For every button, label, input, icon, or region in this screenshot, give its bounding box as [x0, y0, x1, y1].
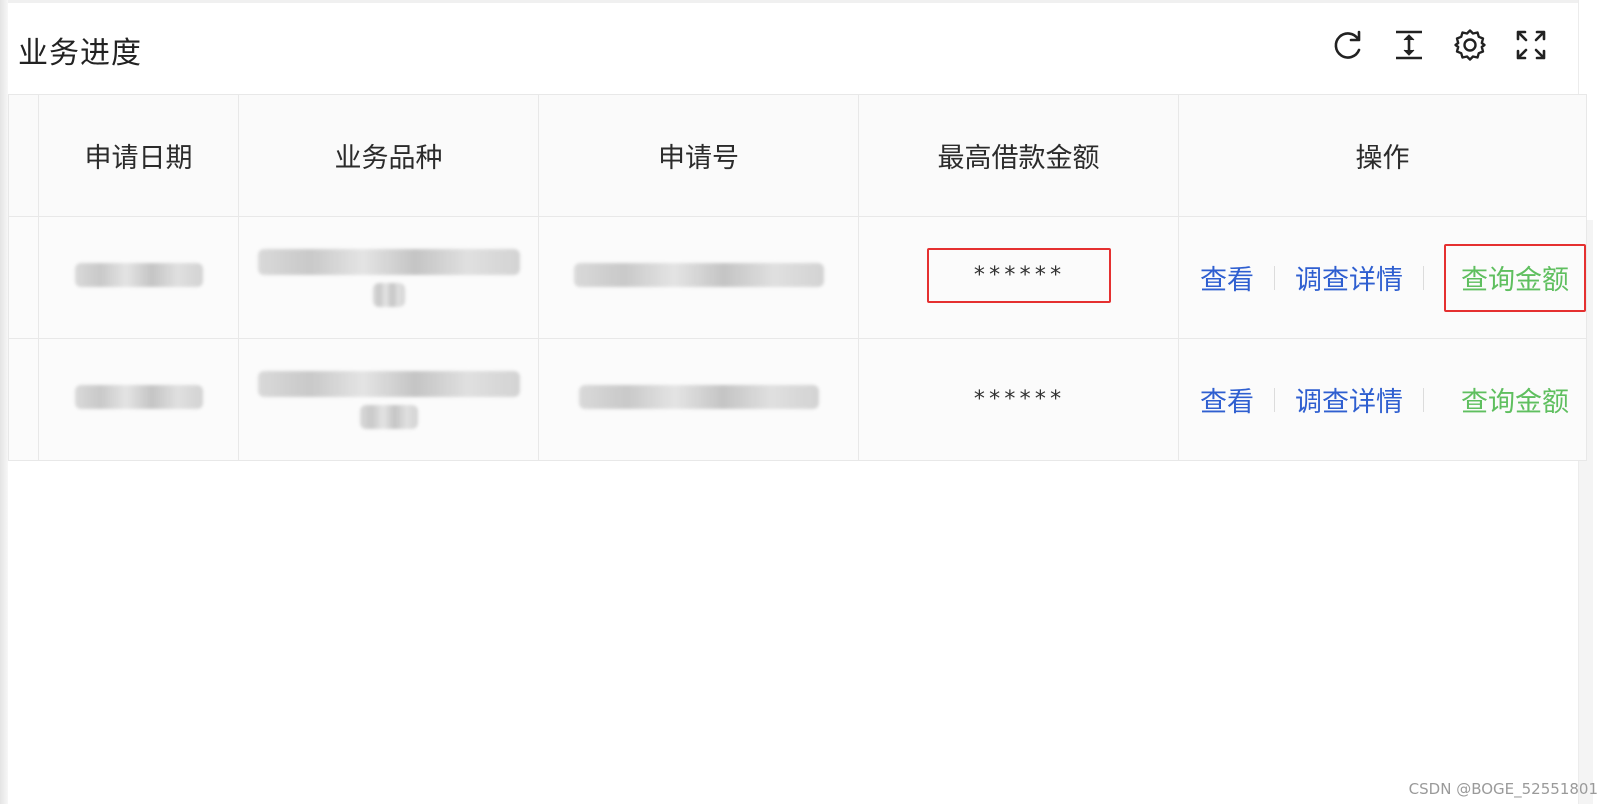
actions-cell: 查看 调查详情 查询金额: [1178, 216, 1587, 339]
query-amount-wrap: 查询金额: [1444, 380, 1586, 419]
view-link[interactable]: 查看: [1200, 258, 1254, 297]
fullscreen-icon: [1516, 30, 1546, 60]
view-link[interactable]: 查看: [1200, 380, 1254, 419]
redacted-apply-no: [573, 262, 824, 287]
max-amount-cell: ******: [858, 338, 1179, 461]
highlighted-query-amount: 查询金额: [1444, 243, 1586, 312]
apply-no-cell: [538, 216, 859, 339]
redacted-apply-no: [578, 384, 819, 409]
action-divider: [1274, 265, 1275, 290]
highlighted-masked-amount: ******: [926, 248, 1111, 303]
apply-date-cell: [38, 216, 239, 339]
masked-amount: ******: [972, 387, 1065, 412]
redacted-business-type: [257, 370, 520, 397]
setting-icon: [1454, 29, 1486, 61]
actions-cell: 查看 调查详情 查询金额: [1178, 338, 1587, 461]
left-scroll-shadow: [0, 0, 8, 804]
redacted-business-type: [257, 248, 520, 275]
density-button[interactable]: [1391, 26, 1427, 64]
query-amount-link[interactable]: 查询金额: [1461, 258, 1569, 297]
column-height-icon: [1396, 30, 1422, 60]
table-toolbar: [1330, 26, 1549, 64]
redacted-apply-date: [74, 384, 203, 409]
survey-detail-link[interactable]: 调查详情: [1295, 380, 1403, 419]
redacted-business-type-wrap: [372, 282, 405, 307]
table-row: ****** 查看 调查详情 查询金额: [8, 216, 1587, 339]
apply-no-cell: [538, 338, 859, 461]
fullscreen-button[interactable]: [1513, 26, 1549, 64]
redacted-business-type-wrap: [359, 404, 418, 429]
masked-amount: ******: [972, 263, 1065, 288]
business-type-cell: [238, 338, 539, 461]
survey-detail-link[interactable]: 调查详情: [1295, 258, 1403, 297]
table-header-row: 申请日期 业务品种 申请号 最高借款金额 操作: [8, 94, 1587, 217]
redacted-apply-date: [74, 262, 203, 287]
watermark: CSDN @BOGE_52551801: [1408, 780, 1598, 798]
business-progress-table: 申请日期 业务品种 申请号 最高借款金额 操作 ****** 查看 调查详情 查…: [8, 94, 1587, 461]
action-divider: [1423, 265, 1424, 290]
header-actions: 操作: [1178, 94, 1587, 217]
action-divider: [1423, 387, 1424, 412]
header-business-type[interactable]: 业务品种: [238, 94, 539, 217]
card-title: 业务进度: [18, 36, 142, 71]
header-apply-date[interactable]: 申请日期: [38, 94, 239, 217]
header-cell-fixed: [8, 94, 39, 217]
apply-date-cell: [38, 338, 239, 461]
column-setting-button[interactable]: [1452, 26, 1488, 64]
header-max-amount[interactable]: 最高借款金额: [858, 94, 1179, 217]
reload-icon: [1334, 30, 1361, 59]
table-row: ****** 查看 调查详情 查询金额: [8, 338, 1587, 461]
business-type-cell: [238, 216, 539, 339]
row-fixed-cell: [8, 216, 39, 339]
action-divider: [1274, 387, 1275, 412]
top-border: [0, 0, 1620, 3]
reload-button[interactable]: [1330, 26, 1366, 64]
query-amount-link[interactable]: 查询金额: [1461, 380, 1569, 419]
row-fixed-cell: [8, 338, 39, 461]
page: 业务进度 申请日期 业务品种 申请号 最高借款金额 操作 ****** 查看 调…: [0, 0, 1620, 804]
max-amount-cell: ******: [858, 216, 1179, 339]
header-apply-no[interactable]: 申请号: [538, 94, 859, 217]
